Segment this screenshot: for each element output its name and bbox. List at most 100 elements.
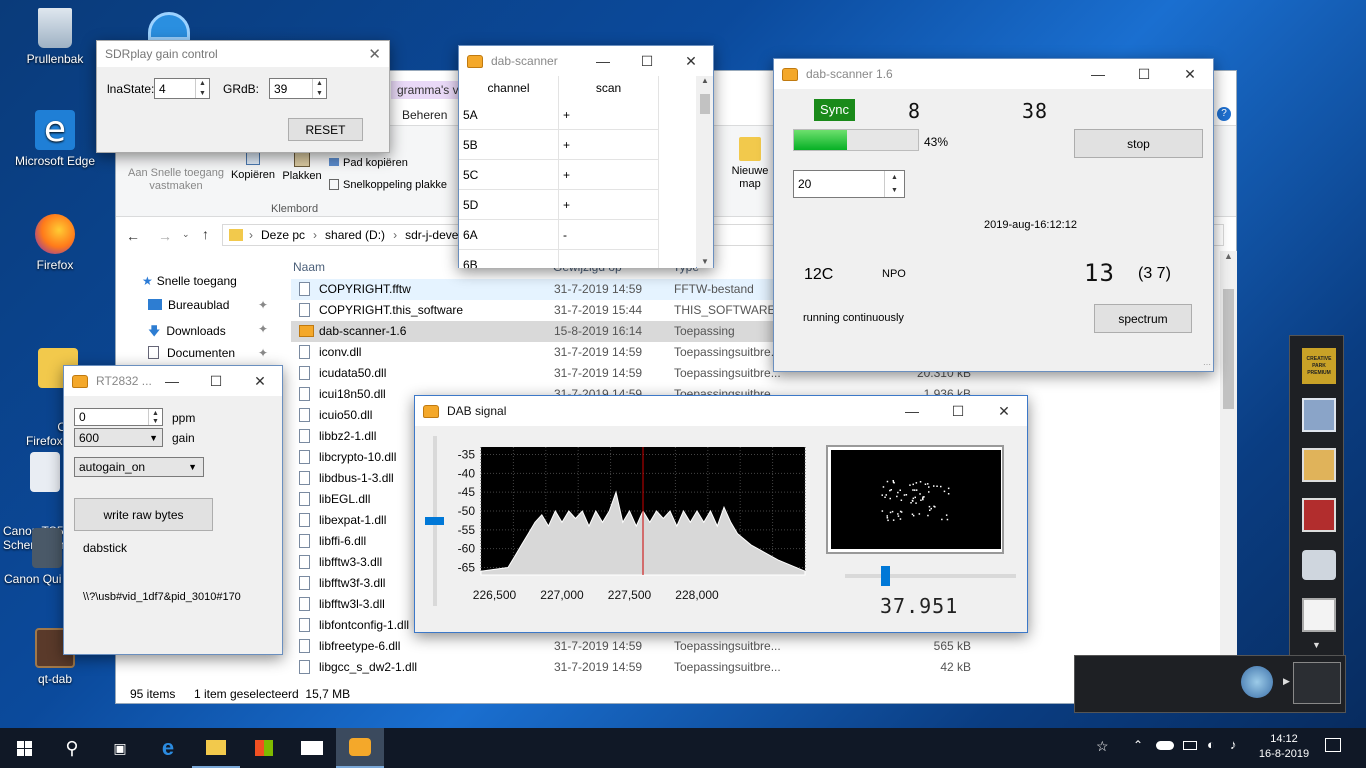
- image-app-icon[interactable]: [1302, 448, 1336, 482]
- table-row[interactable]: 5D +: [459, 190, 696, 220]
- ppm-spinbox[interactable]: 0 ▲ ▼: [74, 408, 163, 426]
- titlebar[interactable]: RT2832 ... — ☐ ✕: [64, 366, 282, 396]
- spin-down-icon[interactable]: ▼: [149, 417, 162, 425]
- nav-item-downloads[interactable]: 🡇 Downloads ✦: [148, 322, 268, 343]
- tray-expand-icon[interactable]: ⌃: [1133, 738, 1143, 752]
- column-header-name[interactable]: Naam: [293, 260, 325, 274]
- back-button[interactable]: ←: [126, 228, 140, 244]
- help-globe-icon[interactable]: [1241, 666, 1273, 698]
- scroll-down-arrow-icon[interactable]: ▼: [697, 257, 713, 266]
- table-row[interactable]: 6A -: [459, 220, 696, 250]
- taskbar-store[interactable]: [240, 728, 288, 768]
- tray-people-icon[interactable]: ☆: [1096, 738, 1109, 755]
- printer-icon[interactable]: [1302, 550, 1336, 580]
- recent-chevron-icon[interactable]: ⌄: [182, 229, 190, 240]
- up-button[interactable]: ↑: [202, 226, 209, 242]
- close-icon[interactable]: ✕: [669, 46, 713, 76]
- column-header-channel[interactable]: channel: [459, 76, 559, 100]
- scrollbar-thumb[interactable]: [1223, 289, 1234, 409]
- minimize-icon[interactable]: —: [581, 46, 625, 76]
- desktop-icon-edge[interactable]: e Microsoft Edge: [10, 110, 100, 169]
- paste-shortcut-button[interactable]: Snelkoppeling plakke: [329, 179, 447, 191]
- grdb-spinbox[interactable]: 39 ▲ ▼: [269, 78, 327, 99]
- taskbar-mail[interactable]: [288, 728, 336, 768]
- pin-quick-access-button[interactable]: Aan Snelle toegang vastmaken: [121, 167, 231, 193]
- scrollbar-thumb[interactable]: [700, 94, 710, 114]
- maximize-icon[interactable]: ☐: [625, 46, 669, 76]
- photo-app-icon[interactable]: [1302, 398, 1336, 432]
- desktop-icon-recycle-bin[interactable]: Prullenbak: [10, 8, 100, 66]
- table-scrollbar[interactable]: ▲ ▼: [697, 76, 713, 268]
- reset-button[interactable]: RESET: [288, 118, 363, 141]
- file-list-scrollbar[interactable]: ▲ ▼: [1220, 251, 1237, 681]
- table-row[interactable]: 5C +: [459, 160, 696, 190]
- nav-item-desktop[interactable]: Bureaublad ✦: [148, 298, 268, 312]
- help-icon[interactable]: ?: [1217, 107, 1231, 121]
- breadcrumb-folder[interactable]: sdr-j-deve: [405, 228, 458, 242]
- desktop-icon-firefox[interactable]: Firefox: [10, 214, 100, 272]
- clock[interactable]: 14:12 16-8-2019: [1254, 732, 1314, 762]
- creative-park-badge[interactable]: CREATIVE PARK PREMIUM: [1302, 348, 1336, 384]
- nav-item-quick-access[interactable]: ★ Snelle toegang: [142, 274, 237, 288]
- new-folder-button[interactable]: Nieuwe map: [728, 137, 772, 191]
- minimize-icon[interactable]: —: [1075, 59, 1121, 89]
- tray-arrow-icon[interactable]: ▶: [1283, 676, 1290, 687]
- close-icon[interactable]: ✕: [238, 366, 282, 396]
- offset-slider-handle[interactable]: [880, 566, 890, 586]
- spin-down-icon[interactable]: ▼: [196, 89, 209, 99]
- forward-button[interactable]: →: [158, 228, 172, 244]
- breadcrumb-drive[interactable]: shared (D:): [325, 228, 385, 242]
- print-app-icon[interactable]: [1302, 498, 1336, 532]
- copy-button[interactable]: Kopiëren: [228, 149, 278, 181]
- taskbar-dab-scanner[interactable]: [336, 728, 384, 768]
- volume-icon[interactable]: ♪: [1230, 737, 1237, 752]
- file-row[interactable]: libfreetype-6.dll 31-7-2019 14:59 Toepassi…: [291, 636, 991, 657]
- spectrum-button[interactable]: spectrum: [1094, 304, 1192, 333]
- offset-slider-track[interactable]: [845, 574, 1016, 578]
- notification-icon[interactable]: [1325, 738, 1341, 752]
- spin-up-icon[interactable]: ▲: [313, 79, 326, 89]
- scroll-up-arrow-icon[interactable]: ▲: [1220, 251, 1237, 261]
- write-raw-bytes-button[interactable]: write raw bytes: [74, 498, 213, 531]
- wifi-icon[interactable]: ◐: [1207, 737, 1215, 752]
- spin-up-icon[interactable]: ▲: [885, 171, 904, 184]
- taskbar-edge[interactable]: e: [144, 728, 192, 768]
- battery-icon[interactable]: [1183, 741, 1197, 750]
- keyboard-icon[interactable]: [1293, 662, 1341, 704]
- titlebar[interactable]: dab-scanner — ☐ ✕: [459, 46, 713, 76]
- nav-item-documents[interactable]: Documenten ✦: [148, 346, 268, 360]
- close-icon[interactable]: ✕: [1167, 59, 1213, 89]
- task-view-button[interactable]: ▣: [96, 728, 144, 768]
- gain-select[interactable]: 600 ▼: [74, 428, 163, 447]
- ribbon-tab-beheren[interactable]: Beheren: [402, 108, 447, 122]
- minimize-icon[interactable]: —: [889, 396, 935, 426]
- table-row[interactable]: 6B: [459, 250, 696, 268]
- maximize-icon[interactable]: ☐: [1121, 59, 1167, 89]
- file-row[interactable]: libgcc_s_dw2-1.dll 31-7-2019 14:59 Toepass…: [291, 657, 991, 678]
- breadcrumb-this-pc[interactable]: Deze pc: [261, 228, 305, 242]
- lna-state-spinbox[interactable]: 4 ▲ ▼: [154, 78, 210, 99]
- table-row[interactable]: 5B +: [459, 130, 696, 160]
- copy-path-button[interactable]: Pad kopiëren: [329, 157, 408, 169]
- desktop-icon-canon-quick[interactable]: Canon Qui: [0, 528, 64, 586]
- stop-button[interactable]: stop: [1074, 129, 1203, 158]
- agc-select[interactable]: autogain_on ▼: [74, 457, 204, 477]
- expand-down-icon[interactable]: ▼: [1312, 640, 1321, 650]
- column-header-scan[interactable]: scan: [559, 76, 659, 100]
- start-button[interactable]: [0, 728, 48, 768]
- close-icon[interactable]: ✕: [981, 396, 1027, 426]
- resize-grip-icon[interactable]: ⋯: [1203, 360, 1211, 369]
- photo-layout-icon[interactable]: [1302, 598, 1336, 632]
- spin-up-icon[interactable]: ▲: [149, 409, 162, 417]
- maximize-icon[interactable]: ☐: [935, 396, 981, 426]
- titlebar[interactable]: DAB signal — ☐ ✕: [415, 396, 1027, 426]
- table-row[interactable]: 5A +: [459, 100, 696, 130]
- search-button[interactable]: ⚲: [48, 728, 96, 768]
- spin-up-icon[interactable]: ▲: [196, 79, 209, 89]
- scroll-up-arrow-icon[interactable]: ▲: [697, 76, 713, 85]
- minimize-icon[interactable]: —: [150, 366, 194, 396]
- close-icon[interactable]: ✕: [368, 45, 381, 63]
- scan-count-spinbox[interactable]: 20 ▲ ▼: [793, 170, 905, 198]
- spin-down-icon[interactable]: ▼: [885, 184, 904, 197]
- spin-down-icon[interactable]: ▼: [313, 89, 326, 99]
